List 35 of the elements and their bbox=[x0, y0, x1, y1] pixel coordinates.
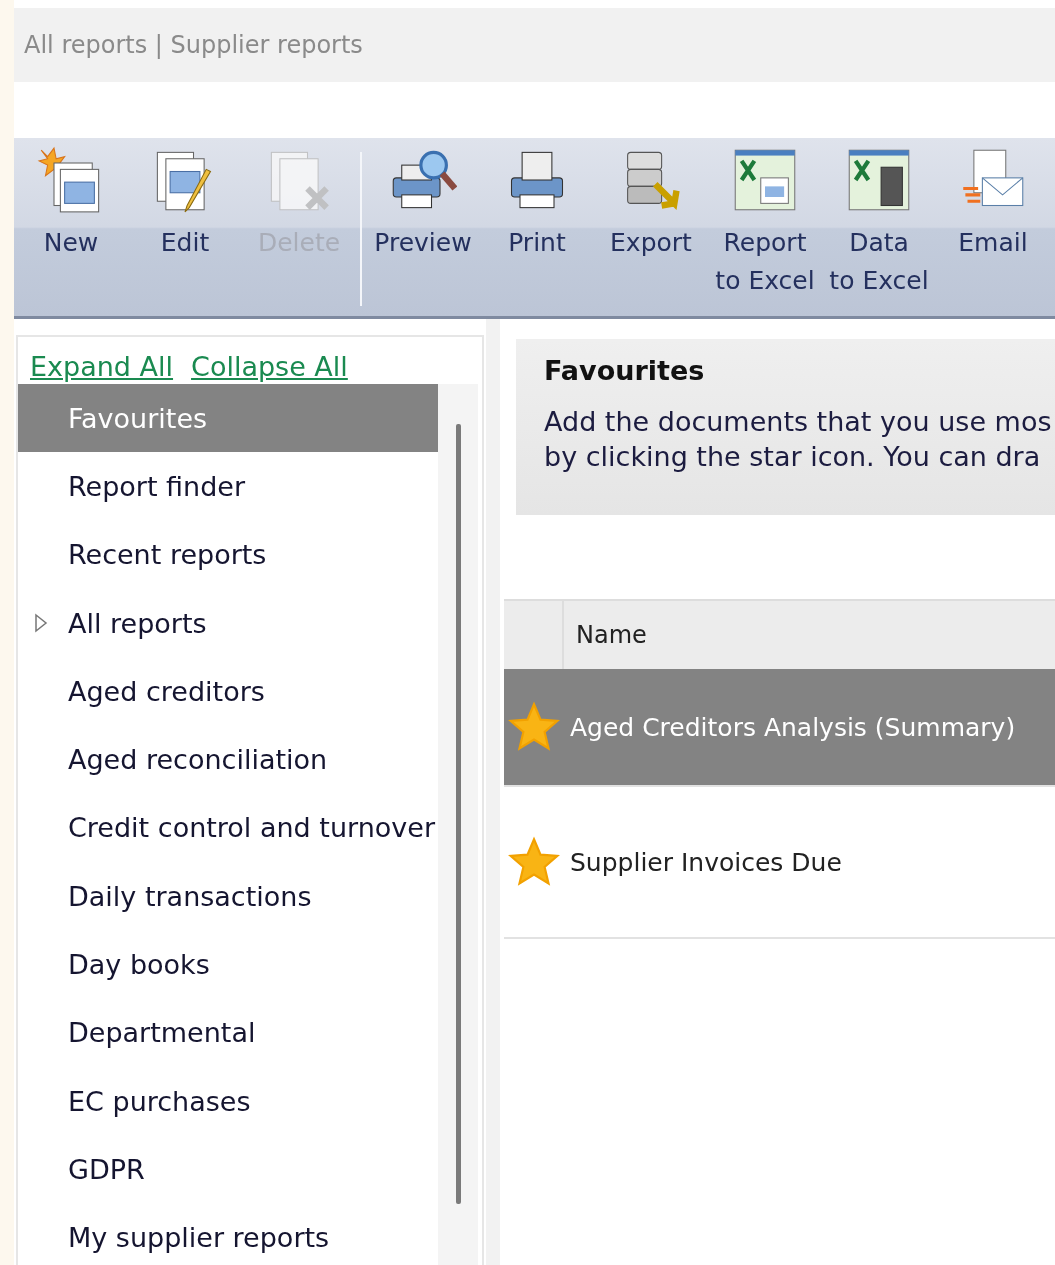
scrollbar[interactable] bbox=[438, 384, 478, 1265]
edit-button[interactable]: Edit bbox=[128, 138, 242, 262]
tree-item[interactable]: Aged creditors bbox=[18, 657, 438, 726]
info-text: Add the documents that you use mos by clicking the star icon. You can dra bbox=[544, 405, 1053, 474]
print-button[interactable]: Print bbox=[480, 138, 594, 262]
tree-link[interactable]: Collapse All bbox=[191, 351, 348, 382]
tree-item[interactable]: All reports bbox=[18, 588, 438, 658]
tree-item[interactable]: Day books bbox=[18, 930, 438, 999]
table-cell: Aged Creditors Analysis (Summary) bbox=[570, 712, 1016, 742]
table-row[interactable]: Supplier Invoices Due bbox=[504, 787, 1055, 939]
star-icon[interactable] bbox=[508, 836, 560, 888]
tree-item[interactable]: GDPR bbox=[18, 1135, 438, 1204]
table-row[interactable]: Aged Creditors Analysis (Summary) bbox=[504, 669, 1055, 787]
tree-item[interactable]: Report finder bbox=[18, 452, 438, 521]
expand-icon[interactable] bbox=[34, 613, 48, 634]
export-button[interactable]: Export bbox=[594, 138, 708, 262]
data-excel-button[interactable]: Data to Excel bbox=[822, 138, 936, 300]
report-excel-button[interactable]: Report to Excel bbox=[708, 138, 822, 300]
tree-link[interactable]: Expand All bbox=[30, 351, 174, 382]
tree-item[interactable]: Aged reconciliation bbox=[18, 725, 438, 794]
tree-item[interactable]: Departmental bbox=[18, 998, 438, 1067]
tree-item[interactable]: Favourites bbox=[18, 384, 438, 453]
star-icon[interactable] bbox=[508, 701, 560, 753]
tree-item[interactable]: EC purchases bbox=[18, 1066, 438, 1136]
tree-item[interactable]: My supplier reports bbox=[18, 1203, 438, 1265]
preview-button[interactable]: Preview bbox=[366, 138, 480, 262]
tree-item[interactable]: Daily transactions bbox=[18, 862, 438, 931]
email-button[interactable]: Email bbox=[936, 138, 1050, 262]
table-cell: Supplier Invoices Due bbox=[570, 847, 842, 877]
new-button[interactable]: New bbox=[14, 138, 128, 262]
tree-item[interactable]: Recent reports bbox=[18, 520, 438, 589]
breadcrumb: All reports | Supplier reports bbox=[14, 8, 1055, 82]
tree-item[interactable]: Credit control and turnover bbox=[18, 793, 438, 863]
info-title: Favourites bbox=[544, 355, 706, 386]
column-header[interactable]: Name bbox=[564, 601, 647, 669]
